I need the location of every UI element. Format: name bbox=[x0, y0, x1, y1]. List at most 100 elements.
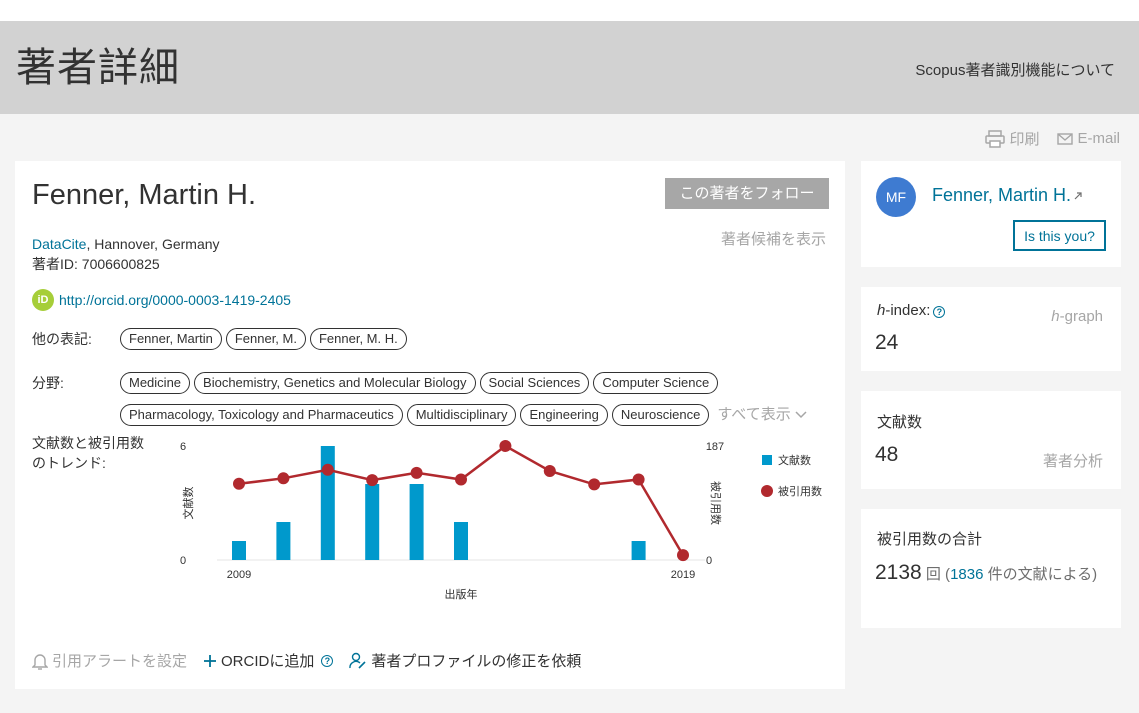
page-actions: 印刷 E-mail bbox=[985, 128, 1120, 149]
add-to-orcid-label: ORCIDに追加 bbox=[221, 653, 315, 670]
aliases-label: 他の表記: bbox=[32, 331, 92, 347]
set-citation-alert-button[interactable]: 引用アラートを設定 bbox=[32, 650, 187, 671]
alias-tag: Fenner, M. H. bbox=[309, 328, 407, 350]
citation-count-point[interactable] bbox=[233, 477, 245, 490]
subject-areas-row-2: Pharmacology, Toxicology and Pharmaceuti… bbox=[120, 404, 807, 426]
citation-count-point[interactable] bbox=[632, 473, 645, 486]
legend-swatch-docs bbox=[762, 455, 772, 465]
aliases-list: Fenner, Martin Fenner, M. Fenner, M. H. bbox=[120, 328, 407, 350]
documents-value: 48 bbox=[875, 443, 899, 466]
legend-label-docs: 文献数 bbox=[778, 453, 811, 467]
bell-icon bbox=[32, 653, 48, 670]
view-author-candidates-link[interactable]: 著者候補を表示 bbox=[721, 228, 826, 249]
avatar: MF bbox=[876, 177, 916, 217]
author-profile-link[interactable]: Fenner, Martin H. bbox=[932, 185, 1083, 206]
document-count-bar[interactable] bbox=[232, 541, 246, 560]
subject-tag: Computer Science bbox=[593, 372, 719, 394]
subject-tag: Multidisciplinary bbox=[406, 404, 517, 426]
bottom-actions: 引用アラートを設定 ORCIDに追加 ? 著者プロファイルの修正を依頼 bbox=[32, 650, 581, 671]
left-axis-title: 文献数 bbox=[181, 487, 195, 520]
document-count-bar[interactable] bbox=[631, 541, 646, 560]
print-button[interactable]: 印刷 bbox=[985, 128, 1039, 149]
author-profile-name: Fenner, Martin H. bbox=[932, 185, 1072, 205]
external-link-icon bbox=[1074, 192, 1082, 200]
author-name: Fenner, Martin H. bbox=[32, 179, 257, 211]
help-icon[interactable]: ? bbox=[321, 654, 334, 667]
envelope-icon bbox=[1057, 132, 1074, 145]
legend-swatch-cites bbox=[761, 485, 773, 497]
request-profile-correction-label: 著者プロファイルの修正を依頼 bbox=[371, 653, 582, 670]
page-title: 著者詳細 bbox=[16, 46, 180, 90]
h-graph-h: h bbox=[1051, 308, 1060, 325]
document-count-bar[interactable] bbox=[454, 522, 468, 560]
legend-label-cites: 被引用数 bbox=[778, 484, 822, 498]
citation-count-point[interactable] bbox=[677, 549, 689, 562]
left-axis-tick: 6 bbox=[180, 441, 186, 453]
citing-documents-link[interactable]: 1836 bbox=[950, 566, 983, 583]
print-label: 印刷 bbox=[1009, 131, 1040, 148]
citation-count-point[interactable] bbox=[543, 464, 556, 477]
citation-count-point[interactable] bbox=[321, 463, 334, 476]
trend-chart: 6 0 187 0 文献数 被引用数 出版年 2009 2019 文献数 被引用… bbox=[180, 440, 822, 601]
h-index-card: h -index:? h-graph 24 bbox=[861, 287, 1121, 371]
citation-count-point[interactable] bbox=[277, 472, 290, 485]
orcid-icon: iD bbox=[32, 289, 54, 311]
is-this-you-button[interactable]: Is this you? bbox=[1013, 220, 1106, 251]
subject-areas-label: 分野: bbox=[32, 375, 64, 391]
author-details-card: Fenner, Martin H. この著者をフォロー 著者候補を表示 Data… bbox=[15, 161, 845, 689]
request-profile-correction-button[interactable]: 著者プロファイルの修正を依頼 bbox=[349, 650, 581, 671]
subject-tag: Pharmacology, Toxicology and Pharmaceuti… bbox=[120, 404, 403, 426]
h-index-value: 24 bbox=[875, 331, 899, 354]
author-id: 著者ID: 7006600825 bbox=[32, 256, 160, 272]
citation-count-point[interactable] bbox=[499, 440, 512, 452]
x-axis-tick: 2009 bbox=[227, 569, 251, 581]
subject-tag: Engineering bbox=[520, 404, 608, 426]
h-index-label-text: -index: bbox=[885, 302, 931, 319]
subject-tag: Biochemistry, Genetics and Molecular Bio… bbox=[194, 372, 476, 394]
add-to-orcid-button[interactable]: ORCIDに追加 ? bbox=[203, 650, 334, 671]
alias-tag: Fenner, Martin bbox=[120, 328, 222, 350]
citation-count-point[interactable] bbox=[410, 466, 423, 479]
affiliation-link[interactable]: DataCite bbox=[32, 236, 86, 252]
show-all-subjects-link[interactable]: すべて表示 bbox=[717, 404, 807, 426]
author-summary-card: MF Fenner, Martin H. Is this you? bbox=[861, 161, 1121, 267]
total-citations-card: 被引用数の合計 2138 回 (1836 件の文献による) bbox=[861, 509, 1121, 628]
top-strip bbox=[0, 0, 1139, 21]
orcid-row: iD http://orcid.org/0000-0003-1419-2405 bbox=[32, 289, 291, 311]
affiliation-location: , Hannover, Germany bbox=[86, 236, 220, 252]
about-author-identifier-link[interactable]: Scopus著者識別機能について bbox=[915, 59, 1115, 80]
citation-count-point[interactable] bbox=[455, 473, 467, 486]
subject-tag: Neuroscience bbox=[611, 404, 710, 426]
chevron-down-icon bbox=[795, 411, 807, 419]
subject-areas-row-1: Medicine Biochemistry, Genetics and Mole… bbox=[120, 372, 719, 394]
author-analysis-link[interactable]: 著者分析 bbox=[1043, 450, 1103, 471]
subject-tag: Social Sciences bbox=[479, 372, 590, 394]
document-count-bar[interactable] bbox=[276, 522, 291, 560]
document-count-bar[interactable] bbox=[320, 446, 335, 560]
documents-label: 文献数 bbox=[877, 414, 923, 431]
total-citations-line: 2138 回 (1836 件の文献による) bbox=[875, 561, 1105, 587]
email-button[interactable]: E-mail bbox=[1057, 128, 1120, 149]
set-citation-alert-label: 引用アラートを設定 bbox=[52, 653, 188, 670]
printer-icon bbox=[985, 129, 1006, 148]
citations-unit: 回 ( bbox=[921, 566, 951, 583]
h-graph-label: -graph bbox=[1059, 308, 1103, 325]
citation-count-point[interactable] bbox=[366, 474, 379, 487]
follow-author-button[interactable]: この著者をフォロー bbox=[665, 178, 829, 209]
x-axis-tick: 2019 bbox=[671, 569, 695, 581]
citation-count-point[interactable] bbox=[588, 478, 601, 491]
affiliation-block: DataCite, Hannover, Germany 著者ID: 700660… bbox=[32, 234, 220, 274]
show-all-label: すべて表示 bbox=[717, 406, 791, 423]
user-edit-icon bbox=[349, 652, 366, 669]
total-citations-value: 2138 bbox=[875, 561, 922, 584]
trend-label: 文献数と被引用数のトレンド: bbox=[32, 435, 144, 471]
orcid-link[interactable]: http://orcid.org/0000-0003-1419-2405 bbox=[59, 292, 291, 308]
x-axis-title: 出版年 bbox=[445, 587, 478, 601]
plus-icon bbox=[204, 654, 217, 667]
right-axis-tick: 0 bbox=[706, 555, 712, 567]
document-count-bar[interactable] bbox=[365, 484, 380, 560]
document-count-bar[interactable] bbox=[409, 484, 424, 560]
subject-tag: Medicine bbox=[120, 372, 191, 394]
h-graph-link[interactable]: h-graph bbox=[1051, 308, 1103, 325]
help-icon[interactable]: ? bbox=[933, 306, 946, 318]
